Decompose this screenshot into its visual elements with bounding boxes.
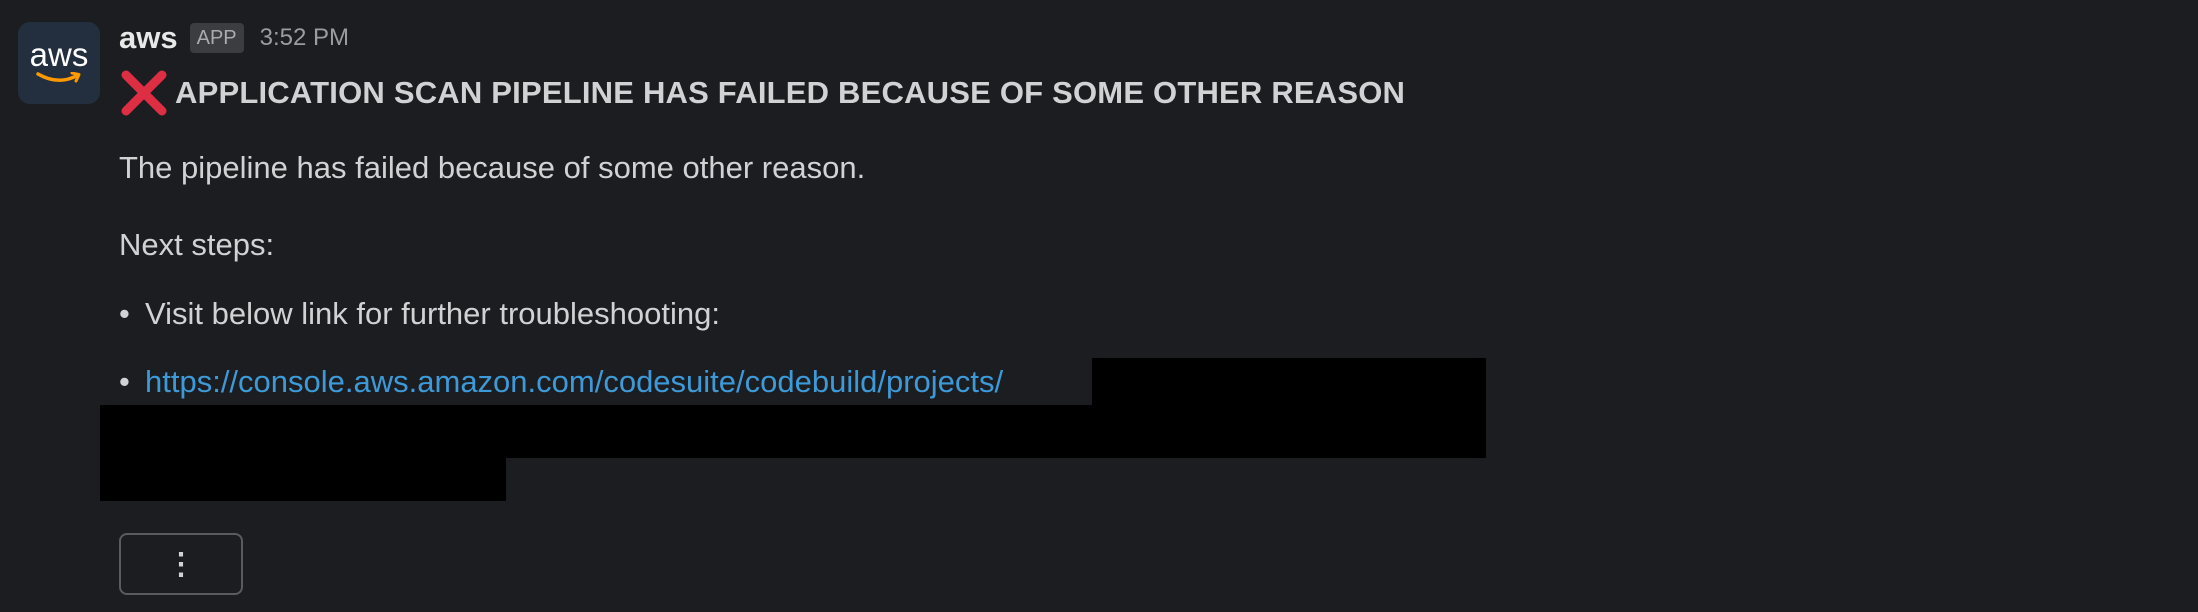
message-content: aws APP 3:52 PM APPLICATION SCAN PIPELIN…: [119, 18, 2019, 399]
aws-app-avatar[interactable]: aws: [18, 22, 100, 104]
aws-logo-text: aws: [29, 36, 89, 73]
bullet-marker: •: [119, 364, 130, 399]
more-actions-button[interactable]: ⋮: [119, 533, 243, 595]
message-header: aws APP 3:52 PM: [119, 18, 2019, 58]
aws-smile-icon: [36, 72, 81, 83]
red-cross-mark-icon: [121, 70, 167, 116]
slack-message: aws aws APP 3:52 PM APPLICATION SCAN PIP…: [0, 0, 2198, 612]
redacted-block: [100, 455, 506, 501]
list-item: • https://console.aws.amazon.com/codesuit…: [119, 362, 1003, 402]
sender-name[interactable]: aws: [119, 20, 178, 56]
message-title-row: APPLICATION SCAN PIPELINE HAS FAILED BEC…: [119, 68, 2019, 118]
codebuild-project-link[interactable]: https://console.aws.amazon.com/codesuite…: [145, 364, 1003, 399]
message-title: APPLICATION SCAN PIPELINE HAS FAILED BEC…: [175, 75, 1406, 110]
bullet-marker: •: [119, 296, 130, 331]
next-steps-label: Next steps:: [119, 227, 275, 262]
list-item: • Visit below link for further troublesho…: [119, 294, 720, 334]
app-badge: APP: [189, 23, 244, 53]
list-item-text: Visit below link for further troubleshoo…: [145, 296, 720, 331]
message-body: The pipeline has failed because of some …: [119, 150, 866, 185]
redacted-block: [100, 405, 1486, 458]
message-timestamp[interactable]: 3:52 PM: [260, 24, 349, 52]
